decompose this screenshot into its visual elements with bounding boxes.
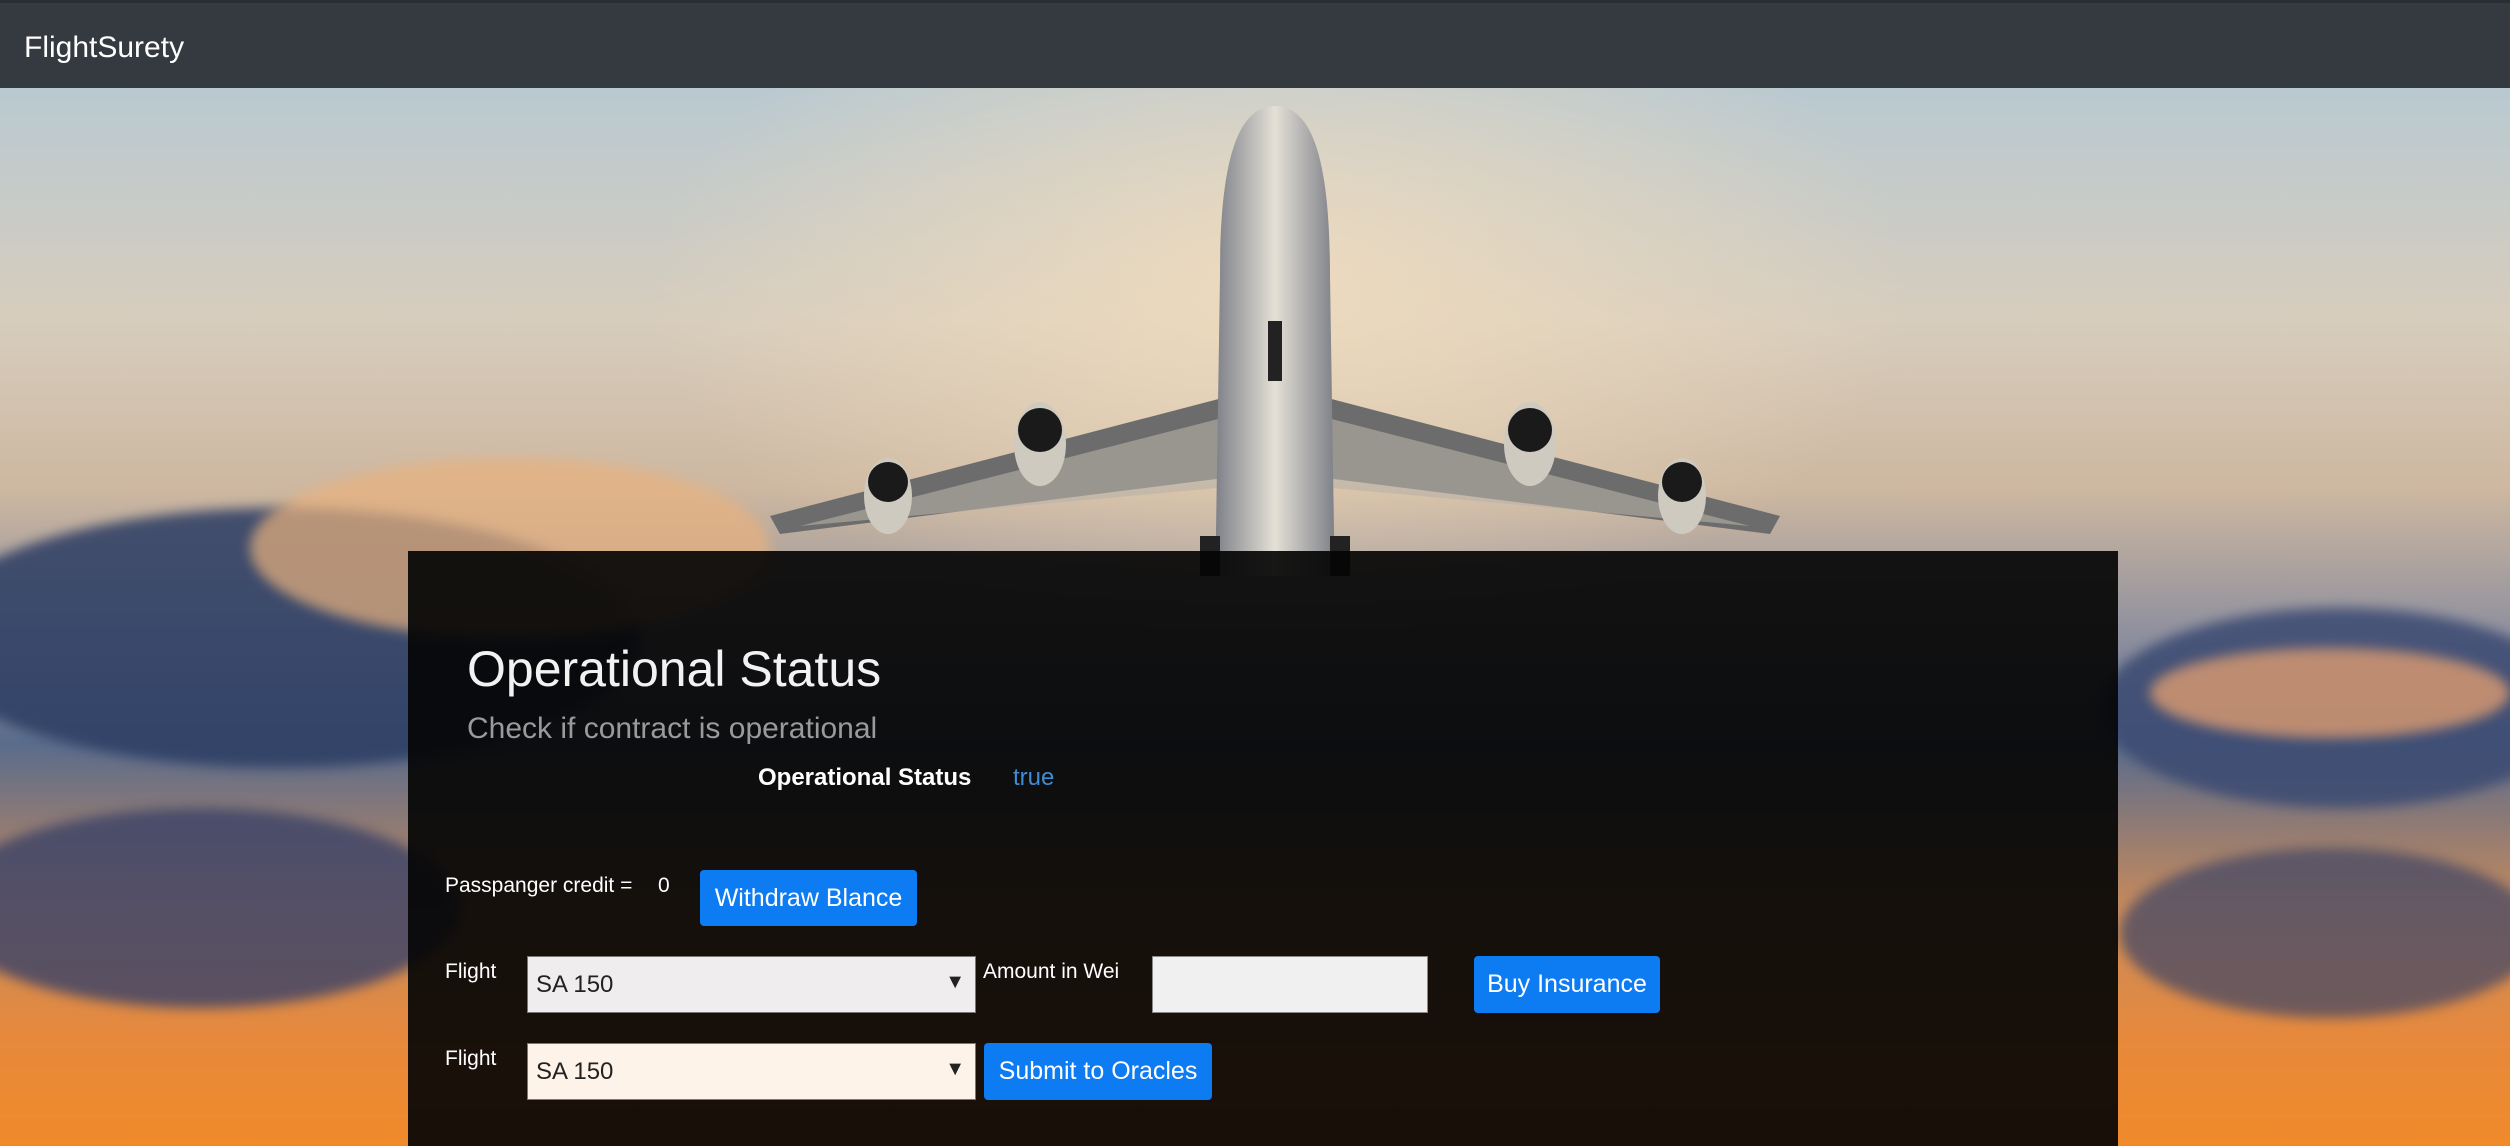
insurance-flight-selected: SA 150 [536, 970, 614, 998]
insurance-flight-select[interactable]: SA 150 ▼ [527, 956, 976, 1013]
oracle-flight-label: Flight [445, 1047, 497, 1070]
page-title: Operational Status [467, 641, 882, 697]
oracle-flight-select[interactable]: SA 150 ▼ [527, 1043, 976, 1100]
amount-in-wei-input[interactable] [1152, 956, 1428, 1013]
operational-status-value: true [1013, 764, 1055, 791]
withdraw-balance-button[interactable]: Withdraw Blance [700, 870, 917, 926]
amount-in-wei-label: Amount in Wei [983, 960, 1120, 983]
chevron-down-icon: ▼ [945, 971, 965, 993]
brand-link[interactable]: FlightSurety [24, 31, 184, 65]
passenger-credit-label: Passpanger credit = [445, 874, 633, 897]
cloud-shape [2120, 848, 2510, 1018]
buy-insurance-button[interactable]: Buy Insurance [1474, 956, 1660, 1013]
operational-status-label: Operational Status [758, 764, 972, 791]
page-subtitle: Check if contract is operational [467, 712, 878, 745]
navbar: FlightSurety [0, 0, 2510, 88]
submit-to-oracles-button[interactable]: Submit to Oracles [984, 1043, 1212, 1100]
cloud-shape [2150, 648, 2510, 738]
chevron-down-icon: ▼ [945, 1058, 965, 1080]
cloud-shape [0, 808, 460, 1008]
insurance-flight-label: Flight [445, 960, 497, 983]
passenger-credit-value: 0 [658, 874, 670, 897]
airplane-image [770, 106, 1780, 576]
oracle-flight-selected: SA 150 [536, 1057, 614, 1085]
